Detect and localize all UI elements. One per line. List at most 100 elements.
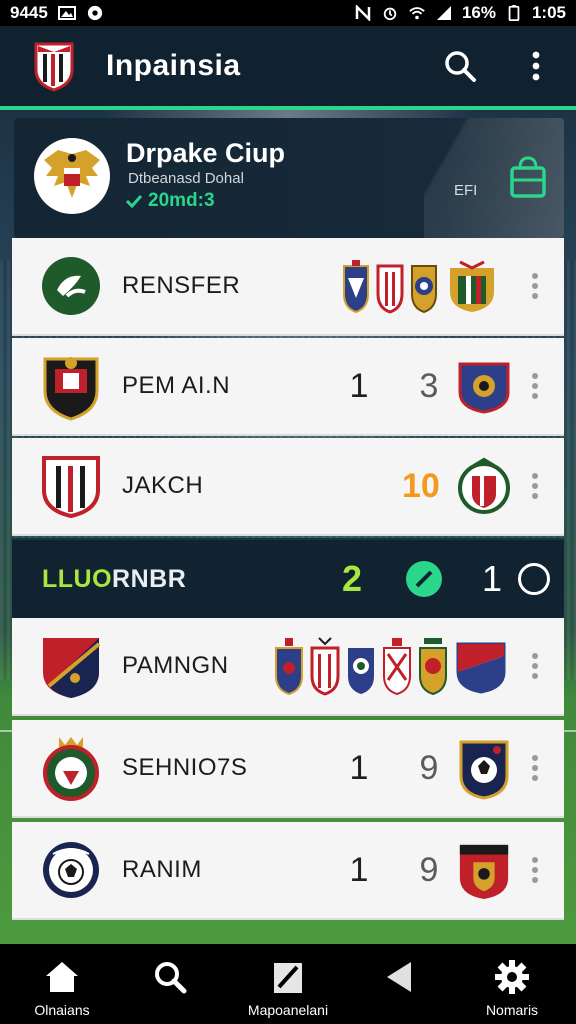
club-subtitle: Dtbeanasd Dohal	[128, 170, 244, 187]
mini-crest-group	[342, 258, 500, 314]
shield-crest-icon	[43, 357, 99, 421]
battery-icon	[508, 5, 520, 21]
club-row-crest	[40, 453, 102, 519]
mini-crest-icon	[419, 638, 447, 696]
striped-crest-icon	[42, 456, 100, 518]
nav-settings[interactable]: Nomaris	[470, 944, 554, 1024]
row-more-icon[interactable]	[530, 472, 540, 500]
score-home: 1	[349, 748, 369, 787]
club-row[interactable]: RENSFER	[12, 238, 564, 336]
nav-back[interactable]	[358, 944, 442, 1024]
score-away: 3	[419, 366, 439, 405]
more-vert-icon	[532, 51, 540, 81]
green-red-crest-icon	[458, 457, 510, 514]
row-more-icon[interactable]	[530, 372, 540, 400]
club-crest	[34, 138, 110, 214]
diagonal-crest-icon	[43, 638, 101, 698]
club-row[interactable]: PAMNGN	[12, 618, 564, 716]
mini-crest-icon	[383, 638, 411, 696]
club-row-name: RANIM	[122, 856, 202, 883]
battery-percent: 16%	[461, 3, 496, 22]
club-row-crest	[40, 253, 102, 319]
mini-crest-icon	[376, 264, 404, 314]
club-row[interactable]: RANIM 1 9	[12, 822, 564, 920]
mini-crest-icon	[456, 642, 506, 694]
opponent-crest	[456, 840, 512, 900]
nav-edit[interactable]: Mapoanelani	[236, 944, 340, 1024]
check-icon	[126, 194, 142, 208]
nav-edit-label: Mapoanelani	[247, 1002, 329, 1018]
shopping-bag-icon[interactable]	[508, 154, 548, 200]
club-header-card[interactable]: Drpake Ciup Dtbeanasd Dohal 20md:3 EFI	[14, 118, 564, 238]
check-circle-icon	[406, 561, 442, 597]
mini-crest-icon	[348, 648, 374, 694]
search-icon	[155, 962, 187, 994]
row-more-icon[interactable]	[530, 856, 540, 884]
ball-badge-icon	[43, 842, 99, 898]
image-icon	[57, 6, 76, 20]
mini-crest-icon	[343, 260, 369, 314]
wifi-icon	[409, 7, 425, 20]
mini-crest-icon	[310, 637, 340, 696]
club-row-name: PEM AI.N	[122, 372, 231, 399]
club-stat: 20md:3	[126, 190, 215, 212]
mini-crest-icon	[450, 260, 494, 312]
row-more-icon[interactable]	[530, 272, 540, 300]
row-more-icon[interactable]	[530, 754, 540, 782]
league-row[interactable]: LLUORNBR 2 1	[12, 538, 564, 618]
football-crest-icon	[459, 740, 509, 800]
nav-search[interactable]	[128, 944, 212, 1024]
score-home: 1	[349, 366, 369, 405]
club-row[interactable]: SEHNIO7S 1 9	[12, 720, 564, 818]
club-row-crest	[40, 353, 102, 421]
red-black-crest-icon	[459, 844, 509, 899]
home-icon	[46, 962, 78, 992]
score-away: 9	[419, 850, 439, 889]
club-crest-icon[interactable]	[34, 40, 74, 92]
blue-shield-crest-icon	[458, 362, 510, 414]
signal-icon	[436, 6, 451, 20]
compass-icon	[87, 5, 102, 21]
league-name-green: LLUO	[42, 564, 113, 593]
league-score-right: 1	[482, 558, 503, 599]
eagle-crest-icon	[44, 150, 100, 198]
search-icon	[445, 51, 476, 82]
opponent-crest	[456, 738, 512, 800]
mini-crest-icon	[275, 638, 303, 696]
alarm-icon	[383, 7, 397, 21]
nav-home[interactable]: Olnaians	[20, 944, 104, 1024]
settings-icon	[495, 960, 529, 994]
nfc-icon	[355, 5, 371, 21]
club-row-name: SEHNIO7S	[122, 754, 248, 781]
bottom-navigation: Olnaians Mapoanelani Nomaris	[0, 944, 576, 1024]
overflow-menu-button[interactable]	[518, 48, 554, 84]
nav-settings-label: Nomaris	[485, 1002, 539, 1018]
ring-icon	[518, 563, 550, 595]
score-away: 9	[419, 748, 439, 787]
edit-icon	[274, 963, 302, 993]
club-code: EFI	[454, 182, 478, 199]
green-leaf-crest-icon	[42, 257, 100, 315]
search-button[interactable]	[442, 48, 478, 84]
row-more-icon[interactable]	[530, 652, 540, 680]
club-row-crest	[40, 735, 102, 801]
club-row-name: JAKCH	[122, 472, 204, 499]
status-clock: 1:05	[531, 3, 566, 22]
club-row-crest	[40, 837, 102, 903]
club-row[interactable]: JAKCH 10	[12, 438, 564, 536]
crowned-crest-icon	[43, 737, 99, 801]
club-row[interactable]: PEM AI.N 1 3	[12, 338, 564, 436]
back-icon	[387, 962, 411, 992]
score-highlight: 10	[402, 466, 440, 505]
app-title: Inpainsia	[106, 49, 241, 82]
score-home: 1	[349, 850, 369, 889]
league-name: LLUORNBR	[42, 565, 186, 594]
club-stat-value: 20md:3	[148, 190, 215, 211]
opponent-crest	[456, 456, 512, 516]
club-row-crest	[40, 633, 102, 699]
app-bar: Inpainsia	[0, 26, 576, 110]
club-name: Drpake Ciup	[126, 138, 286, 168]
opponent-crest	[456, 356, 512, 416]
status-bar: 9445 16% 1:05	[0, 0, 576, 26]
mini-crest-group	[274, 634, 508, 698]
